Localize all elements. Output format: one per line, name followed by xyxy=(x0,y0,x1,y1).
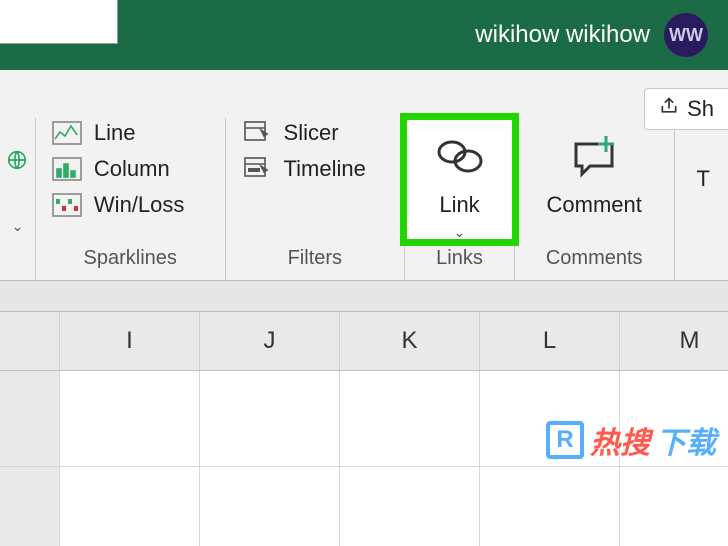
column-header[interactable]: I xyxy=(60,312,200,370)
column-header[interactable]: J xyxy=(200,312,340,370)
select-all-corner[interactable] xyxy=(0,312,60,370)
cell[interactable] xyxy=(340,467,480,546)
worksheet-grid[interactable]: I J K L M xyxy=(0,311,728,546)
cell[interactable] xyxy=(60,467,200,546)
sparkline-line-button[interactable]: Line xyxy=(52,120,184,146)
link-button[interactable]: Link ⌄ xyxy=(405,118,514,241)
group-partial-right: T xyxy=(675,118,728,280)
sparkline-column-button[interactable]: Column xyxy=(52,156,184,182)
cell[interactable] xyxy=(480,371,620,467)
group-comments-label: Comments xyxy=(515,241,674,280)
account-avatar[interactable]: WW xyxy=(664,13,708,57)
column-header[interactable]: L xyxy=(480,312,620,370)
ribbon-left-fragment: ⌄ xyxy=(0,118,36,280)
sparkline-winloss-button[interactable]: Win/Loss xyxy=(52,192,184,218)
cell[interactable] xyxy=(480,467,620,546)
column-headers[interactable]: I J K L M xyxy=(0,312,728,371)
sparkline-winloss-icon xyxy=(52,192,82,218)
sparkline-winloss-label: Win/Loss xyxy=(94,192,184,218)
share-icon xyxy=(659,96,679,122)
sparkline-column-label: Column xyxy=(94,156,170,182)
grid-row xyxy=(0,467,728,546)
share-button[interactable]: Sh xyxy=(644,88,728,130)
slicer-button[interactable]: Slicer xyxy=(242,120,366,146)
timeline-button[interactable]: Timeline xyxy=(242,156,366,182)
ribbon-groups: ⌄ Line Column xyxy=(0,90,728,280)
group-comments: Comment Comments xyxy=(515,118,675,280)
group-sparklines: Line Column Win/Loss xyxy=(36,118,226,280)
cell[interactable] xyxy=(620,467,728,546)
sparkline-column-icon xyxy=(52,156,82,182)
group-filters: Slicer Timeline Filters xyxy=(226,118,406,280)
group-links-label: Links xyxy=(405,241,514,280)
sparkline-line-label: Line xyxy=(94,120,136,146)
partial-label: T xyxy=(697,166,710,192)
column-header[interactable]: K xyxy=(340,312,480,370)
chevron-down-icon: ⌄ xyxy=(454,224,466,241)
group-filters-label: Filters xyxy=(226,241,405,280)
ribbon: Sh ⌄ Line xyxy=(0,70,728,281)
link-icon xyxy=(430,128,490,184)
cell[interactable] xyxy=(200,467,340,546)
timeline-label: Timeline xyxy=(284,156,366,182)
cell[interactable] xyxy=(620,371,728,467)
account-username: wikihow wikihow xyxy=(475,21,650,49)
cell[interactable] xyxy=(340,371,480,467)
formula-bar-fragment[interactable] xyxy=(0,0,118,44)
timeline-icon xyxy=(242,156,272,182)
dropdown-caret-icon[interactable]: ⌄ xyxy=(12,218,24,235)
link-label: Link xyxy=(439,192,479,218)
group-links: Link ⌄ Links xyxy=(405,118,515,280)
partial-icon xyxy=(6,149,28,176)
share-label: Sh xyxy=(687,96,714,122)
cell[interactable] xyxy=(60,371,200,467)
slicer-icon xyxy=(242,120,272,146)
row-header[interactable] xyxy=(0,371,60,467)
comment-icon xyxy=(564,128,624,184)
title-bar: wikihow wikihow WW xyxy=(0,0,728,70)
avatar-initials: WW xyxy=(669,25,703,46)
comment-button[interactable]: Comment xyxy=(515,118,674,218)
row-header[interactable] xyxy=(0,467,60,546)
grid-row xyxy=(0,371,728,467)
group-sparklines-label: Sparklines xyxy=(36,241,225,280)
cell[interactable] xyxy=(200,371,340,467)
comment-label: Comment xyxy=(547,192,642,218)
sparkline-line-icon xyxy=(52,120,82,146)
slicer-label: Slicer xyxy=(284,120,339,146)
column-header[interactable]: M xyxy=(620,312,728,370)
